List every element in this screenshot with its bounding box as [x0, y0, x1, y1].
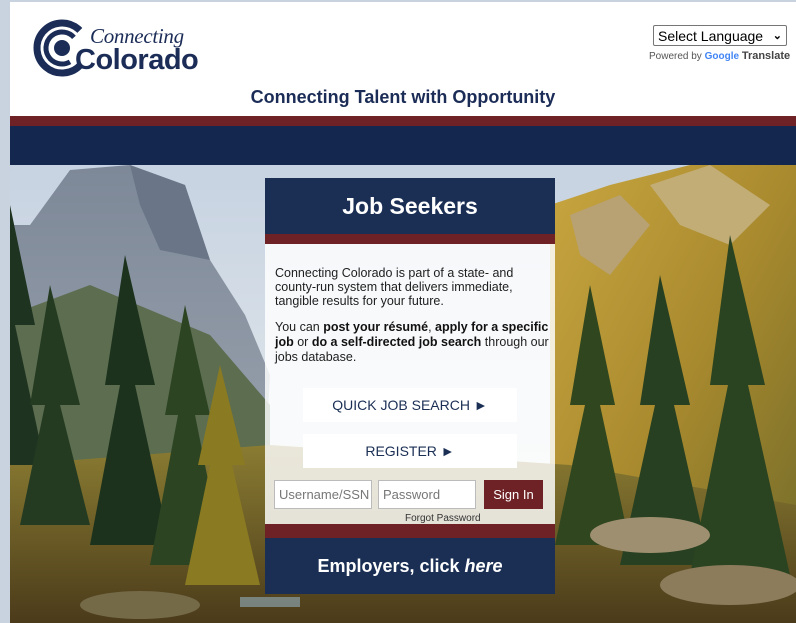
intro-sep-comma: , [428, 320, 436, 334]
translate-text: Translate [741, 50, 791, 62]
forgot-password-link[interactable]: Forgot Password [405, 513, 481, 524]
logo-text-colorado: Colorado [75, 44, 199, 76]
language-select[interactable]: Select Language ⌄ [653, 25, 787, 46]
header-navy-band [10, 126, 796, 165]
panel-body: Connecting Colorado is part of a state- … [265, 244, 555, 524]
password-input[interactable]: Password [378, 480, 476, 509]
job-seekers-title: Job Seekers [265, 178, 555, 234]
intro-self-directed-search: do a self-directed job search [311, 335, 482, 349]
page: Connecting Colorado Select Language ⌄ Po… [10, 2, 796, 623]
connecting-colorado-logo[interactable]: Connecting Colorado [32, 14, 202, 84]
username-input[interactable]: Username/SSN [274, 480, 372, 509]
employers-link[interactable]: Employers, click here [265, 538, 555, 594]
panel-maroon-stripe-bottom [265, 524, 555, 538]
intro-post-resume: post your résumé [323, 320, 429, 334]
google-logo-text[interactable]: Google [705, 51, 739, 62]
intro-actions-text: You can post your résumé, apply for a sp… [275, 320, 550, 365]
header-maroon-stripe [10, 116, 796, 126]
panel-maroon-stripe [265, 234, 555, 244]
powered-by-google-translate: Powered by Google Translate [649, 50, 790, 62]
register-button[interactable]: REGISTER ► [303, 434, 517, 468]
intro-sep-or: or [293, 335, 312, 349]
site-tagline: Connecting Talent with Opportunity [250, 87, 556, 107]
site-header: Connecting Colorado Select Language ⌄ Po… [10, 2, 796, 116]
intro-you-can: You can [275, 320, 324, 334]
chevron-down-icon: ⌄ [772, 30, 782, 42]
employers-link-text: Employers, click [317, 555, 460, 576]
employers-link-here[interactable]: here [465, 556, 503, 577]
powered-by-text: Powered by [649, 51, 702, 62]
intro-text: Connecting Colorado is part of a state- … [275, 266, 514, 308]
sign-in-button[interactable]: Sign In [484, 480, 543, 509]
language-select-value: Select Language [658, 27, 764, 44]
job-seekers-panel: Job Seekers Connecting Colorado is part … [265, 178, 555, 594]
quick-job-search-button[interactable]: QUICK JOB SEARCH ► [303, 388, 517, 422]
